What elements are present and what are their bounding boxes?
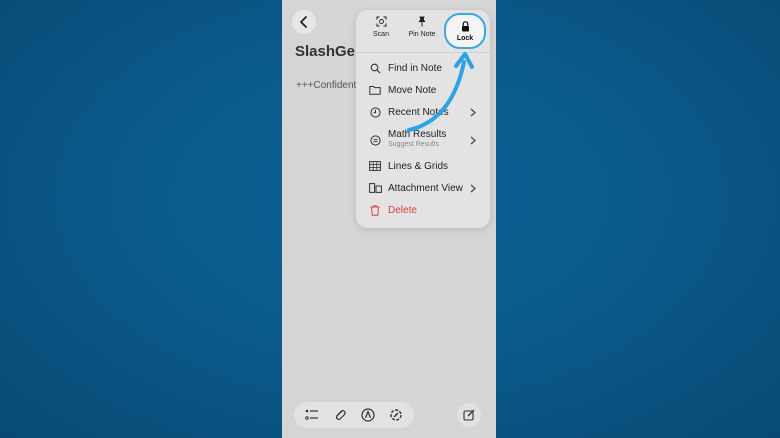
attachment-view-icon	[368, 181, 382, 195]
bottom-toolbar	[294, 402, 414, 428]
menu-item-math-results[interactable]: Math Results Suggest Results	[356, 127, 490, 153]
checklist-button[interactable]	[303, 406, 321, 424]
menu-item-attachment-view[interactable]: Attachment View	[356, 177, 490, 199]
chevron-right-icon	[470, 107, 478, 117]
scan-button[interactable]: Scan	[363, 16, 399, 48]
back-button[interactable]	[292, 10, 316, 34]
menu-item-label: Move Note	[388, 84, 437, 96]
chevron-left-icon	[300, 16, 307, 28]
note-title[interactable]: SlashGe	[295, 43, 355, 60]
pin-note-label: Pin Note	[408, 31, 436, 38]
equals-circle-icon	[368, 133, 382, 147]
checklist-icon	[305, 409, 318, 420]
lock-icon	[461, 20, 469, 31]
compose-icon	[463, 409, 475, 421]
grid-icon	[368, 159, 382, 173]
trash-icon	[368, 203, 382, 217]
menu-item-recent-notes[interactable]: Recent Notes	[356, 101, 490, 123]
menu-item-delete[interactable]: Delete	[356, 199, 490, 221]
pin-note-button[interactable]: Pin Note	[404, 16, 440, 48]
menu-item-label: Lines & Grids	[388, 160, 449, 172]
sparkle-pen-icon	[390, 409, 402, 421]
menu-item-lines-grids[interactable]: Lines & Grids	[356, 155, 490, 177]
markup-button[interactable]	[359, 406, 377, 424]
pin-icon	[418, 16, 426, 27]
folder-icon	[368, 83, 382, 97]
compose-button[interactable]	[457, 403, 481, 427]
menu-item-label: Find in Note	[388, 62, 442, 74]
menu-item-find-in-note[interactable]: Find in Note	[356, 57, 490, 79]
lock-label: Lock	[456, 34, 474, 42]
chevron-right-icon	[470, 183, 478, 193]
lock-button[interactable]: Lock	[444, 13, 486, 49]
pen-tip-circle-icon	[361, 408, 375, 422]
menu-item-label: Recent Notes	[388, 106, 449, 118]
attachment-button[interactable]	[331, 406, 349, 424]
menu-item-move-note[interactable]: Move Note	[356, 79, 490, 101]
paperclip-icon	[336, 410, 346, 420]
menu-item-label: Math Results	[388, 129, 447, 140]
scan-label: Scan	[373, 31, 389, 38]
writing-tools-button[interactable]	[387, 406, 405, 424]
note-options-menu: Scan Pin Note Lock Find in Note Move Not…	[356, 10, 490, 228]
menu-item-label: Delete	[388, 204, 417, 216]
scan-icon	[376, 16, 386, 27]
note-body[interactable]: +++Confidentic	[296, 80, 364, 91]
menu-item-sublabel: Suggest Results	[388, 141, 439, 148]
clock-icon	[368, 105, 382, 119]
menu-top-actions: Scan Pin Note Lock	[356, 10, 490, 53]
magnifier-icon	[368, 61, 382, 75]
chevron-right-icon	[470, 135, 478, 145]
menu-item-label: Attachment View	[388, 182, 463, 194]
